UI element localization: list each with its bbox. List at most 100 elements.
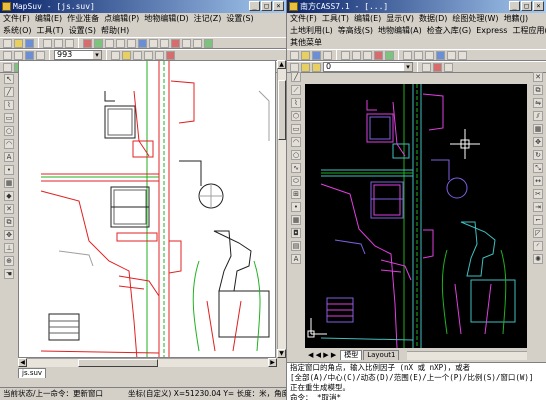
refresh-icon[interactable] <box>138 38 147 48</box>
paste-icon[interactable] <box>65 38 74 48</box>
zoom-tool-icon[interactable]: ⊕ <box>4 256 14 266</box>
layer-bulb-icon[interactable] <box>301 62 310 72</box>
chamfer-tool-icon[interactable]: ◸ <box>533 228 543 238</box>
polygon-icon[interactable] <box>193 38 202 48</box>
polyline-tool-icon[interactable]: ⌇ <box>291 98 301 108</box>
point-icon[interactable] <box>171 38 180 48</box>
block-tool-icon[interactable]: ⊞ <box>291 189 301 199</box>
scroll-up-icon[interactable]: ▲ <box>277 60 286 69</box>
minimize-icon[interactable]: _ <box>249 1 260 11</box>
menu-annotation[interactable]: 注记(Z) <box>194 13 222 25</box>
trim-tool-icon[interactable]: ✂ <box>533 189 543 199</box>
design-center-icon[interactable] <box>447 50 456 60</box>
zoom-out-icon[interactable] <box>116 38 125 48</box>
rotate-icon[interactable] <box>25 50 34 60</box>
pan-icon[interactable] <box>127 38 136 48</box>
tab-nav-arrows[interactable]: ◀ ◀ ▶ ▶ <box>305 351 339 360</box>
erase-tool-icon[interactable]: ✕ <box>4 204 14 214</box>
menu-contour[interactable]: 等高线(S) <box>338 25 373 37</box>
print-icon[interactable] <box>323 50 332 60</box>
menu-engineering[interactable]: 工程应用(C) <box>512 25 546 37</box>
mapsuv-drawing-canvas[interactable] <box>18 60 276 358</box>
cass-drawing-canvas[interactable] <box>305 84 527 348</box>
snap-icon[interactable] <box>122 50 131 60</box>
menu-prep[interactable]: 作业准备 <box>67 13 99 25</box>
text-icon[interactable] <box>204 38 213 48</box>
copy-tool-icon[interactable]: ⧉ <box>533 85 543 95</box>
offset-tool-icon[interactable]: ⫽ <box>533 111 543 121</box>
menu-tools[interactable]: 工具(T) <box>322 13 349 25</box>
hatch-tool-icon[interactable]: ▦ <box>291 215 301 225</box>
rect-tool-icon[interactable]: ▭ <box>4 113 14 123</box>
circle-tool-icon[interactable]: ○ <box>4 126 14 136</box>
menu-check-import[interactable]: 检查入库(G) <box>427 25 471 37</box>
cut-icon[interactable] <box>341 50 350 60</box>
new-file-icon[interactable] <box>290 50 299 60</box>
horizontal-scroll-thumb[interactable] <box>78 359 158 367</box>
minimize-icon[interactable]: _ <box>509 1 520 11</box>
new-file-icon[interactable] <box>3 38 12 48</box>
tab-layout1[interactable]: Layout1 <box>363 350 400 360</box>
maximize-icon[interactable]: □ <box>261 1 272 11</box>
rotate-tool-icon[interactable]: ↻ <box>533 150 543 160</box>
undo-icon[interactable] <box>83 38 92 48</box>
properties-icon[interactable] <box>436 50 445 60</box>
line-tool-icon[interactable]: ╱ <box>4 87 14 97</box>
point-tool-icon[interactable]: • <box>291 202 301 212</box>
polygon-tool-icon[interactable]: ⬡ <box>291 111 301 121</box>
menu-tools[interactable]: 工具(T) <box>37 25 64 37</box>
layer-combo[interactable]: 0 <box>323 62 413 72</box>
menu-point-edit[interactable]: 点编辑(P) <box>104 13 139 25</box>
copy-icon[interactable] <box>352 50 361 60</box>
ellipse-tool-icon[interactable]: ⬭ <box>291 176 301 186</box>
fillet-tool-icon[interactable]: ◜ <box>533 241 543 251</box>
table-tool-icon[interactable]: ▤ <box>291 241 301 251</box>
tab-js-suv[interactable]: js.suv <box>18 368 47 378</box>
measure-tool-icon[interactable]: ⊥ <box>4 243 14 253</box>
menu-express[interactable]: Express <box>476 25 507 37</box>
menu-system[interactable]: 系统(O) <box>3 25 32 37</box>
menu-settings-2[interactable]: 设置(S) <box>69 25 96 37</box>
menu-data[interactable]: 数据(D) <box>419 13 447 25</box>
mapsuv-titlebar[interactable]: MapSuv - [js.suv] _ □ × <box>0 0 286 13</box>
select-icon[interactable] <box>3 50 12 60</box>
vertical-scroll-thumb[interactable] <box>278 80 286 140</box>
open-file-icon[interactable] <box>301 50 310 60</box>
zoom-window-icon[interactable] <box>425 50 434 60</box>
explode-tool-icon[interactable]: ✺ <box>533 254 543 264</box>
move-icon[interactable] <box>14 50 23 60</box>
polyline-tool-icon[interactable]: ⌇ <box>4 100 14 110</box>
mapsuv-horizontal-scrollbar[interactable]: ◀ ▶ <box>18 358 277 367</box>
arrow-tool-icon[interactable]: ↖ <box>4 74 14 84</box>
mirror-tool-icon[interactable]: ⇋ <box>533 98 543 108</box>
help-icon[interactable] <box>458 50 467 60</box>
menu-view[interactable]: 显示(V) <box>386 13 414 25</box>
zoom-in-icon[interactable] <box>105 38 114 48</box>
menu-land-use[interactable]: 土地利用(L) <box>290 25 333 37</box>
cut-icon[interactable] <box>43 38 52 48</box>
redo-icon[interactable] <box>385 50 394 60</box>
point-tool-icon[interactable]: • <box>4 165 14 175</box>
text-tool-icon[interactable]: A <box>4 152 14 162</box>
redo-icon[interactable] <box>94 38 103 48</box>
break-tool-icon[interactable]: ⌐ <box>533 215 543 225</box>
circle-tool-icon[interactable]: ○ <box>291 150 301 160</box>
extend-tool-icon[interactable]: ⇥ <box>533 202 543 212</box>
pan-icon[interactable] <box>403 50 412 60</box>
layer-icon[interactable] <box>160 38 169 48</box>
scroll-down-icon[interactable]: ▼ <box>277 349 286 358</box>
linetype-icon[interactable] <box>444 62 453 72</box>
cass-horizontal-scrollbar[interactable] <box>407 351 527 360</box>
cass-titlebar[interactable]: 南方CASS7.1 - [...] _ □ × <box>287 0 546 13</box>
menu-feature-edit[interactable]: 地物编辑(D) <box>144 13 188 25</box>
layer-sun-icon[interactable] <box>312 62 321 72</box>
coord-icon[interactable] <box>111 50 120 60</box>
copy-tool-icon[interactable]: ⧉ <box>4 217 14 227</box>
grid-icon[interactable] <box>149 38 158 48</box>
color-icon[interactable] <box>433 62 442 72</box>
region-tool-icon[interactable]: ◘ <box>291 228 301 238</box>
menu-settings[interactable]: 设置(S) <box>226 13 253 25</box>
ortho-icon[interactable] <box>133 50 142 60</box>
array-tool-icon[interactable]: ▦ <box>533 124 543 134</box>
line-tool-icon[interactable]: ╱ <box>291 72 301 82</box>
